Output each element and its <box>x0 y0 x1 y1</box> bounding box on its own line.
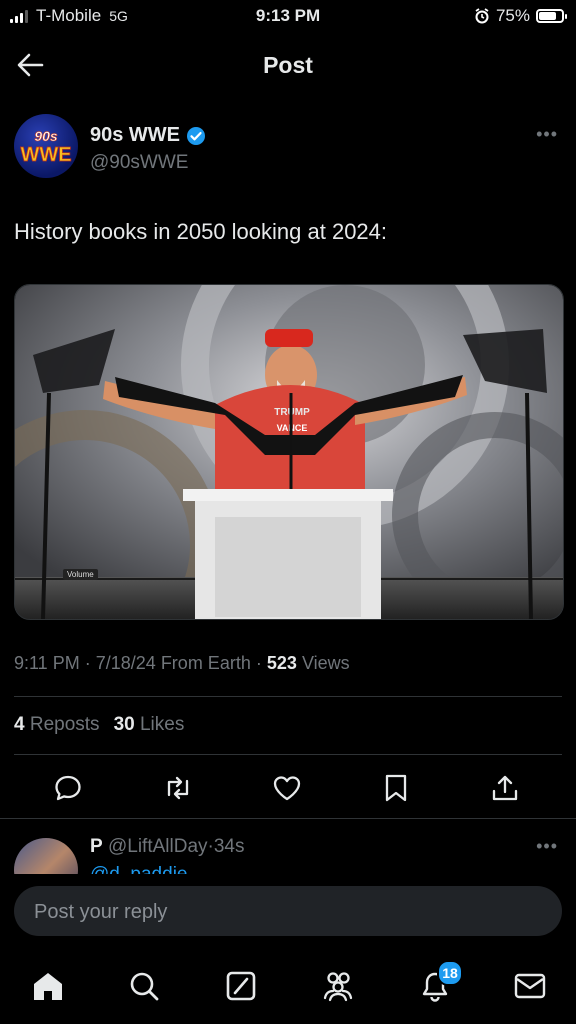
views-label[interactable]: Views <box>302 653 350 673</box>
mail-icon <box>514 973 546 999</box>
search-icon <box>130 972 159 1001</box>
post-meta: 9:11 PM · 7/18/24 From Earth · 523 Views <box>14 653 350 674</box>
reposts-count: 4 <box>14 714 25 735</box>
verified-badge-icon <box>187 126 206 145</box>
author-avatar[interactable]: 90s WWE <box>14 114 78 178</box>
90s-wwe-logo: 90s WWE <box>20 128 72 167</box>
reply-item[interactable]: P @LiftAllDay·34s @d_paddie ••• <box>14 834 562 874</box>
likes-stat[interactable]: 30 Likes <box>114 714 185 736</box>
post-source: From Earth <box>160 653 251 673</box>
battery-percent: 75% <box>495 6 530 25</box>
post-date: 7/18/24 <box>95 653 156 673</box>
tab-communities[interactable] <box>316 964 360 1008</box>
top-header: Post <box>0 38 576 94</box>
repost-icon <box>167 776 189 800</box>
reply-more-options-icon[interactable]: ••• <box>536 836 558 857</box>
author-handle[interactable]: @90sWWE <box>90 152 188 174</box>
divider <box>0 818 576 819</box>
like-button[interactable] <box>267 770 307 806</box>
tweet-video[interactable]: TRUMP VANCE Volume <box>14 284 564 620</box>
post-time: 9:11 PM <box>14 653 80 673</box>
meta-separator: · <box>84 653 91 673</box>
bookmark-button[interactable] <box>376 770 416 806</box>
grok-icon <box>226 971 256 1001</box>
tab-search[interactable] <box>122 964 166 1008</box>
post-author: 90s WWE 90s WWE @90sWWE ••• <box>14 114 562 184</box>
video-volume-label[interactable]: Volume <box>63 569 98 580</box>
reposts-label: Reposts <box>29 714 100 735</box>
author-name[interactable]: 90s WWE <box>90 124 180 147</box>
repost-button[interactable] <box>158 770 198 806</box>
divider <box>14 754 562 755</box>
likes-label: Likes <box>139 714 185 735</box>
share-icon <box>492 775 518 801</box>
tab-grok[interactable] <box>219 964 263 1008</box>
post-stats: 4 Reposts 30 Likes <box>14 714 184 736</box>
reply-mention[interactable]: @d_paddie <box>90 864 187 874</box>
bookmark-icon <box>385 774 407 802</box>
status-bar: T-Mobile 5G 9:13 PM 75% <box>0 0 576 32</box>
reply-time: 34s <box>213 836 245 857</box>
more-options-icon[interactable]: ••• <box>536 124 558 145</box>
heart-icon <box>273 776 301 801</box>
reply-composer[interactable] <box>14 886 562 938</box>
svg-text:90s: 90s <box>34 128 58 144</box>
reply-author-name[interactable]: P <box>90 836 103 857</box>
reposts-stat[interactable]: 4 Reposts <box>14 714 100 736</box>
likes-count: 30 <box>113 714 135 735</box>
tweet-text: History books in 2050 looking at 2024: <box>14 219 388 244</box>
reply-author-handle[interactable]: @LiftAllDay <box>108 836 208 857</box>
tab-notifications[interactable]: 18 <box>413 960 463 1008</box>
view-count: 523 <box>266 653 297 673</box>
share-button[interactable] <box>485 770 525 806</box>
post-actions <box>0 770 576 810</box>
page-title: Post <box>263 52 313 78</box>
tab-home[interactable] <box>26 964 70 1008</box>
home-icon <box>34 973 62 1000</box>
bottom-tab-bar: 18 <box>0 950 576 1024</box>
alarm-icon <box>475 8 489 24</box>
svg-text:WWE: WWE <box>20 144 71 166</box>
battery-icon <box>536 9 567 23</box>
reply-avatar[interactable] <box>14 838 78 874</box>
notifications-badge: 18 <box>437 960 463 986</box>
reply-input[interactable] <box>32 886 536 938</box>
communities-icon <box>323 972 353 1002</box>
reply-icon <box>55 775 81 801</box>
meta-separator: · <box>255 653 262 673</box>
tab-messages[interactable] <box>508 964 552 1008</box>
reply-button[interactable] <box>48 770 88 806</box>
divider <box>14 696 562 697</box>
